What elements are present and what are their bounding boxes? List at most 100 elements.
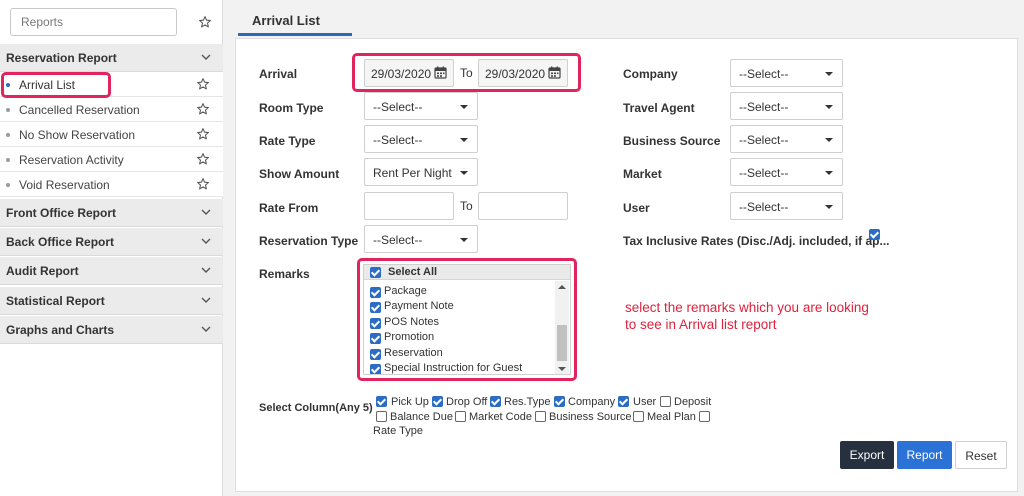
column-checkbox-deposit[interactable]	[660, 396, 671, 407]
remark-label: POS Notes	[384, 316, 440, 328]
select-value: --Select--	[739, 166, 789, 180]
annotation-note: select the remarks which you are looking…	[625, 300, 869, 332]
caret-down-icon	[460, 138, 468, 142]
show-amount-select[interactable]: Rent Per Night	[364, 158, 478, 186]
rate-to-input[interactable]	[478, 192, 568, 220]
remarks-scrollbar[interactable]	[555, 281, 569, 374]
sidebar-item-label: Void Reservation	[19, 178, 110, 192]
arrival-to-date[interactable]: 29/03/2020	[478, 59, 568, 87]
remark-checkbox[interactable]	[370, 333, 381, 344]
star-icon[interactable]	[196, 127, 210, 141]
column-label: Business Source	[549, 411, 632, 423]
column-checkbox-meal-plan[interactable]	[633, 411, 644, 422]
export-button[interactable]: Export	[840, 441, 894, 469]
section-back-office-report[interactable]: Back Office Report	[0, 228, 223, 256]
company-select[interactable]: --Select--	[730, 59, 843, 87]
column-checkbox-user[interactable]	[618, 396, 629, 407]
select-value: --Select--	[373, 100, 423, 114]
remark-label: Special Instruction for Guest	[384, 362, 523, 374]
business-source-select[interactable]: --Select--	[730, 125, 843, 153]
remark-checkbox[interactable]	[370, 364, 381, 374]
column-label: Pick Up	[391, 396, 429, 408]
show-amount-label: Show Amount	[259, 167, 340, 181]
column-checkbox-res-type[interactable]	[490, 396, 501, 407]
select-all-row[interactable]: Select All	[364, 265, 570, 280]
remark-item-payment-note[interactable]: Payment Note	[364, 300, 554, 315]
sidebar-item-label: Cancelled Reservation	[19, 103, 140, 117]
sidebar-item-arrival-list[interactable]: Arrival List	[0, 72, 223, 97]
star-icon[interactable]	[196, 77, 210, 91]
tax-inclusive-checkbox[interactable]	[869, 229, 880, 240]
market-select[interactable]: --Select--	[730, 158, 843, 186]
arrival-from-date[interactable]: 29/03/2020	[364, 59, 454, 87]
arrival-label: Arrival	[259, 67, 298, 81]
calendar-icon[interactable]	[434, 66, 447, 79]
rate-type-label: Rate Type	[259, 134, 316, 148]
chevron-down-icon	[201, 295, 211, 305]
rate-from-input[interactable]	[364, 192, 454, 220]
remark-checkbox[interactable]	[370, 349, 381, 360]
select-all-label: Select All	[388, 266, 438, 278]
star-icon[interactable]	[196, 102, 210, 116]
star-icon[interactable]	[196, 152, 210, 166]
sidebar-item-no-show-reservation[interactable]: No Show Reservation	[0, 122, 223, 147]
remark-checkbox[interactable]	[370, 287, 381, 298]
column-label: Market Code	[469, 411, 532, 423]
remark-item-reservation[interactable]: Reservation	[364, 347, 554, 362]
bullet-icon	[6, 133, 10, 137]
column-checkbox-pick-up[interactable]	[376, 396, 387, 407]
sidebar-item-reservation-activity[interactable]: Reservation Activity	[0, 147, 223, 172]
arrival-to-label: To	[460, 66, 473, 80]
select-all-checkbox[interactable]	[370, 267, 381, 278]
sidebar-item-cancelled-reservation[interactable]: Cancelled Reservation	[0, 97, 223, 122]
travel-agent-select[interactable]: --Select--	[730, 92, 843, 120]
remark-item-special-instruction[interactable]: Special Instruction for Guest	[364, 362, 554, 374]
remark-checkbox[interactable]	[370, 302, 381, 313]
section-audit-report[interactable]: Audit Report	[0, 257, 223, 285]
tab-arrival-list[interactable]: Arrival List	[238, 0, 352, 36]
reservation-type-label: Reservation Type	[259, 234, 359, 248]
section-front-office-report[interactable]: Front Office Report	[0, 199, 223, 227]
column-checkbox-balance-due[interactable]	[376, 411, 387, 422]
column-checkbox-company[interactable]	[554, 396, 565, 407]
section-graphs-and-charts[interactable]: Graphs and Charts	[0, 316, 223, 344]
column-checkbox-rate-type[interactable]	[699, 411, 710, 422]
rate-from-label: Rate From	[259, 201, 319, 215]
star-icon[interactable]	[196, 177, 210, 191]
travel-agent-label: Travel Agent	[623, 101, 695, 115]
report-button[interactable]: Report	[897, 441, 952, 469]
column-checkbox-market-code[interactable]	[455, 411, 466, 422]
scrollbar-thumb[interactable]	[557, 325, 567, 361]
rate-type-select[interactable]: --Select--	[364, 125, 478, 153]
column-checkbox-drop-off[interactable]	[432, 396, 443, 407]
scroll-up-icon[interactable]	[558, 285, 566, 289]
reset-button[interactable]: Reset	[955, 441, 1007, 469]
caret-down-icon	[825, 205, 833, 209]
column-label: Balance Due	[390, 411, 453, 423]
section-label: Audit Report	[6, 264, 79, 278]
column-checkbox-business-source[interactable]	[535, 411, 546, 422]
remark-item-package[interactable]: Package	[364, 285, 554, 300]
section-reservation-report[interactable]: Reservation Report	[0, 44, 223, 72]
select-value: --Select--	[739, 200, 789, 214]
reports-search-input[interactable]	[10, 8, 177, 36]
caret-down-icon	[825, 105, 833, 109]
remarks-label: Remarks	[259, 267, 310, 281]
sidebar-item-void-reservation[interactable]: Void Reservation	[0, 172, 223, 197]
remark-item-pos-notes[interactable]: POS Notes	[364, 316, 554, 331]
caret-down-icon	[460, 171, 468, 175]
section-statistical-report[interactable]: Statistical Report	[0, 287, 223, 315]
bullet-icon	[6, 83, 10, 87]
remark-item-promotion[interactable]: Promotion	[364, 331, 554, 346]
remark-checkbox[interactable]	[370, 318, 381, 329]
calendar-icon[interactable]	[548, 66, 561, 79]
rate-to-label: To	[460, 199, 473, 213]
user-select[interactable]: --Select--	[730, 192, 843, 220]
scroll-down-icon[interactable]	[558, 367, 566, 371]
bullet-icon	[6, 158, 10, 162]
section-label: Back Office Report	[6, 235, 115, 249]
reservation-type-select[interactable]: --Select--	[364, 225, 478, 253]
room-type-select[interactable]: --Select--	[364, 92, 478, 120]
star-icon[interactable]	[198, 15, 212, 29]
column-label: Drop Off	[446, 396, 488, 408]
